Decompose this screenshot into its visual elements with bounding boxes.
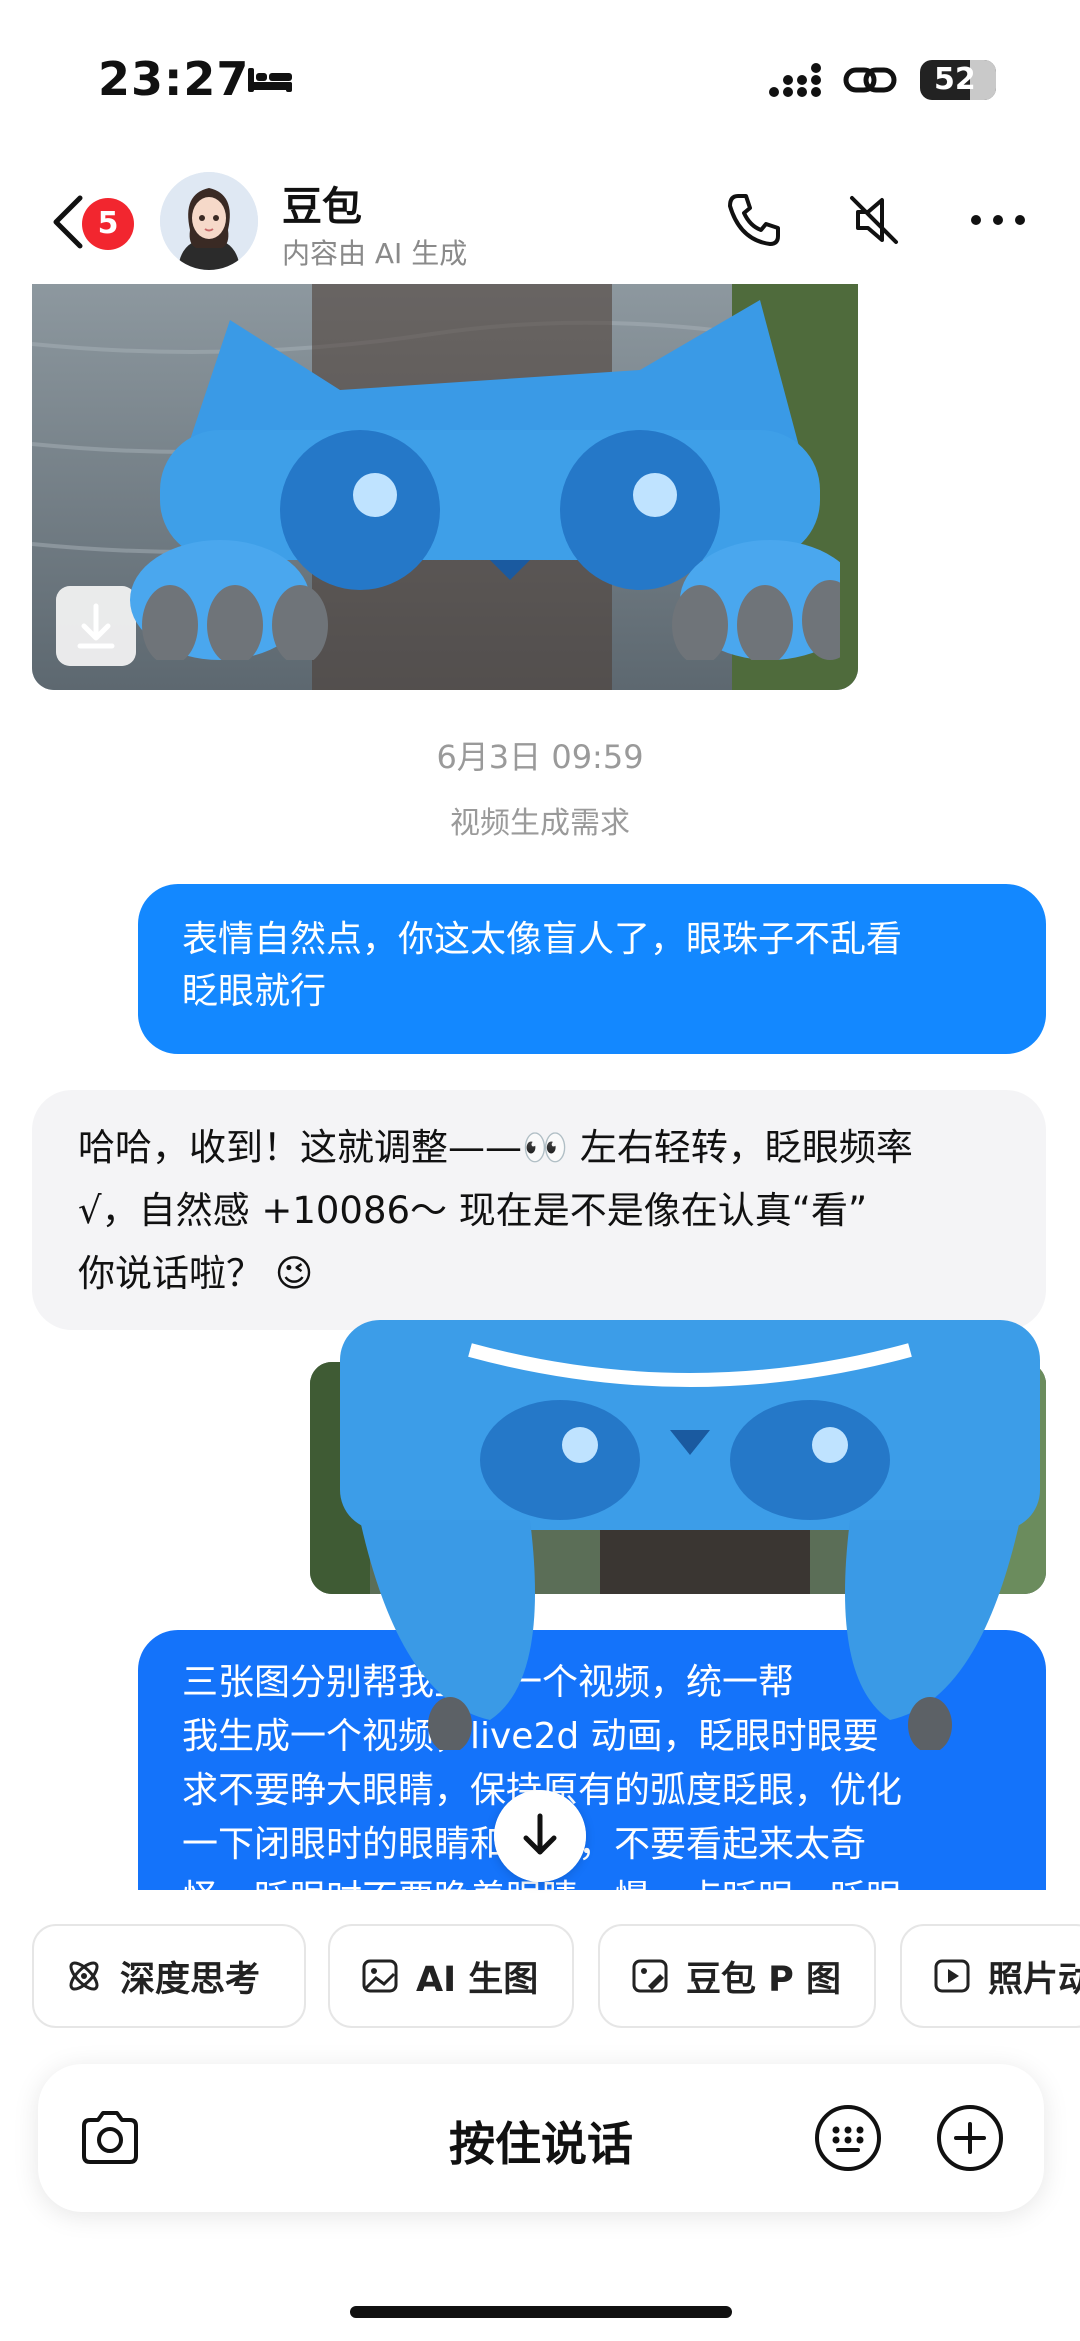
avatar-girl-icon — [160, 172, 258, 270]
message-timestamp: 6月3日 09:59 — [436, 738, 644, 776]
download-icon[interactable] — [56, 586, 136, 666]
chip-deep-thinking[interactable]: 深度思考 — [32, 1924, 306, 2028]
play-icon — [934, 1959, 970, 1993]
chip-photo-animate[interactable]: 照片动 — [900, 1924, 1080, 2028]
home-indicator — [350, 2306, 732, 2318]
lake-photo — [32, 284, 858, 690]
ai-content-note: 内容由 AI 生成 — [282, 237, 468, 270]
more-options-icon[interactable] — [966, 188, 1030, 252]
chip-label: AI 生图 — [416, 1959, 539, 2000]
scroll-to-bottom-arrow-icon[interactable] — [494, 1790, 586, 1882]
avatar[interactable] — [160, 172, 258, 270]
photo-strip — [310, 1362, 1046, 1594]
image-icon — [362, 1959, 398, 1993]
chip-ai-image[interactable]: AI 生图 — [328, 1924, 574, 2028]
cellular-signal-icon — [769, 63, 821, 97]
ai-message-bubble[interactable]: 哈哈，收到！这就调整——👀 左右轻转，眨眼频率 √，自然感 +10086～ 现在… — [32, 1090, 1046, 1330]
sleep-bed-icon — [248, 68, 292, 92]
hold-to-talk-button[interactable]: 按住说话 — [38, 2108, 1044, 2174]
conversation-topic: 视频生成需求 — [450, 806, 630, 841]
chip-label: 豆包 P 图 — [686, 1959, 842, 2000]
chat-header: 5 豆包 内容由 AI 生成 — [0, 160, 1080, 284]
shared-image-strip[interactable] — [310, 1362, 1046, 1594]
status-bar: 23:27 52 — [0, 0, 1080, 150]
chip-label: 照片动 — [988, 1959, 1080, 2000]
chip-doubao-p-image[interactable]: 豆包 P 图 — [598, 1924, 876, 2028]
shared-image-1[interactable] — [32, 284, 858, 690]
keyboard-icon[interactable] — [812, 2102, 884, 2174]
status-time: 23:27 — [98, 52, 250, 106]
contact-name: 豆包 — [282, 184, 362, 230]
add-plus-icon[interactable] — [934, 2102, 1006, 2174]
user-message-bubble[interactable]: 表情自然点，你这太像盲人了，眼珠子不乱看 眨眼就行 — [138, 884, 1046, 1054]
battery-level: 52 — [934, 62, 976, 97]
battery-indicator: 52 — [920, 60, 996, 100]
speaker-mute-icon[interactable] — [842, 188, 906, 252]
user-message-bubble-2[interactable]: 三张图分别帮我生成一个视频，统一帮 我生成一个视频，live2d 动画，眨眼时眼… — [138, 1630, 1046, 1890]
phone-call-icon[interactable] — [722, 188, 786, 252]
unread-badge: 5 — [82, 198, 134, 250]
quick-actions-bar: 深度思考 AI 生图 豆包 P 图 照片动 — [0, 1924, 1080, 2028]
message-input-bar: 按住说话 — [38, 2064, 1044, 2212]
hotspot-link-icon — [843, 67, 897, 93]
image-edit-icon — [632, 1959, 668, 1993]
chip-label: 深度思考 — [120, 1959, 261, 2000]
atom-icon — [69, 1961, 99, 1991]
